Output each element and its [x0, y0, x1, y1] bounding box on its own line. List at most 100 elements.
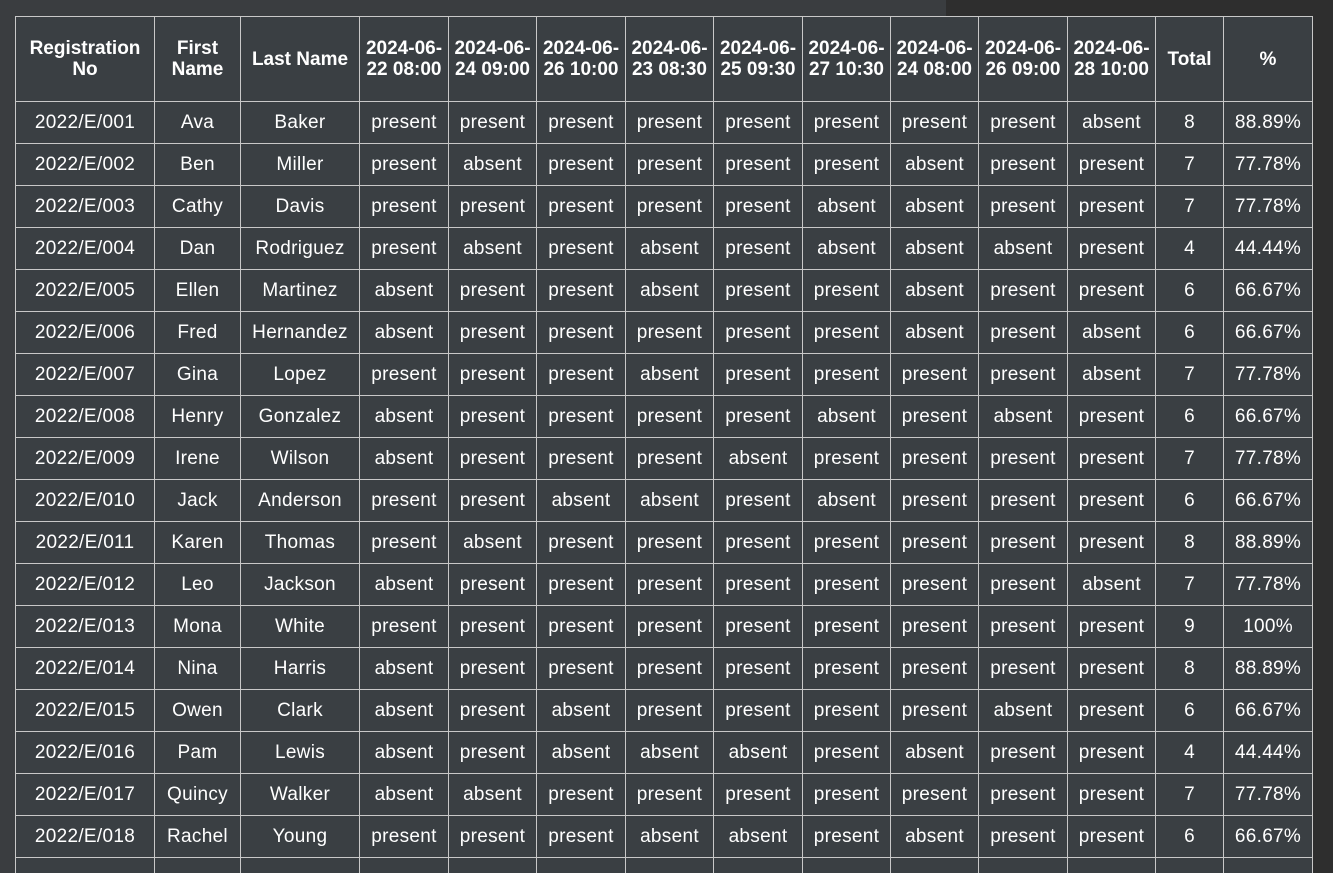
registration-no-cell: 2022/E/007: [15, 353, 155, 396]
first-name-cell: Nina: [154, 647, 241, 690]
column-header-session-8: 2024-06-26 09:00: [978, 16, 1068, 102]
total-cell: 7: [1155, 353, 1224, 396]
table-row: 2022/E/013 Mona White present present present…: [15, 605, 1313, 648]
table-row: 2022/E/004 Dan Rodriguez present absent prese…: [15, 227, 1313, 270]
percent-cell: 88.89%: [1223, 101, 1313, 144]
total-cell: 8: [1155, 647, 1224, 690]
attendance-cell: present: [890, 773, 979, 816]
attendance-cell: present: [978, 521, 1068, 564]
total-cell: 7: [1155, 563, 1224, 606]
attendance-cell: absent: [1067, 311, 1156, 354]
table-row: 2022/E/010 Jack Anderson present present abse…: [15, 479, 1313, 522]
attendance-cell: present: [1067, 773, 1156, 816]
attendance-cell: present: [978, 605, 1068, 648]
attendance-cell: present: [1067, 731, 1156, 774]
registration-no-cell: 2022/E/015: [15, 689, 155, 732]
column-header-percent: %: [1223, 16, 1313, 102]
percent-cell: 66.67%: [1223, 689, 1313, 732]
attendance-cell: present: [802, 689, 891, 732]
attendance-cell: present: [1067, 605, 1156, 648]
attendance-cell: present: [978, 773, 1068, 816]
attendance-cell: absent: [625, 353, 714, 396]
attendance-cell: present: [713, 143, 803, 186]
table-row: 2022/E/014 Nina Harris absent present present…: [15, 647, 1313, 690]
header-row: Registration No First Name Last Name 2024-0…: [15, 16, 1313, 102]
attendance-cell: absent: [978, 227, 1068, 270]
attendance-cell: present: [802, 269, 891, 312]
attendance-cell: present: [978, 731, 1068, 774]
attendance-cell: present: [802, 311, 891, 354]
attendance-cell: present: [448, 647, 537, 690]
table-row: 2022/E/005 Ellen Martinez absent present pres…: [15, 269, 1313, 312]
total-cell: 6: [1155, 689, 1224, 732]
total-cell: 6: [1155, 395, 1224, 438]
attendance-cell: present: [448, 185, 537, 228]
attendance-cell: present: [625, 437, 714, 480]
attendance-cell: absent: [802, 185, 891, 228]
total-cell: 8: [1155, 521, 1224, 564]
attendance-cell: present: [713, 521, 803, 564]
registration-no-cell: 2022/E/010: [15, 479, 155, 522]
attendance-cell: present: [625, 773, 714, 816]
registration-no-cell: 2022/E/005: [15, 269, 155, 312]
attendance-cell: present: [625, 563, 714, 606]
attendance-cell: present: [802, 353, 891, 396]
first-name-cell: Gina: [154, 353, 241, 396]
attendance-cell: present: [536, 815, 626, 858]
total-cell: 6: [1155, 269, 1224, 312]
registration-no-cell: 2022/E/018: [15, 815, 155, 858]
percent-cell: 66.67%: [1223, 479, 1313, 522]
table-row: 2022/E/006 Fred Hernandez absent present pres…: [15, 311, 1313, 354]
column-header-last-name: Last Name: [240, 16, 360, 102]
percent-cell: 44.44%: [1223, 731, 1313, 774]
attendance-cell: absent: [890, 185, 979, 228]
last-name-cell: Lewis: [240, 731, 360, 774]
table-row: 2022/E/002 Ben Miller present absent present p…: [15, 143, 1313, 186]
column-header-total: Total: [1155, 16, 1224, 102]
attendance-cell: present: [448, 563, 537, 606]
registration-no-cell: 2022/E/008: [15, 395, 155, 438]
attendance-cell: present: [978, 269, 1068, 312]
attendance-cell: present: [802, 563, 891, 606]
attendance-cell: present: [978, 101, 1068, 144]
attendance-cell: present: [448, 311, 537, 354]
attendance-cell: present: [448, 731, 537, 774]
attendance-cell: present: [978, 479, 1068, 522]
percent-cell: [1223, 857, 1313, 873]
attendance-cell: present: [536, 563, 626, 606]
attendance-cell: present: [890, 689, 979, 732]
first-name-cell: Quincy: [154, 773, 241, 816]
attendance-cell: present: [713, 605, 803, 648]
attendance-cell: present: [536, 269, 626, 312]
column-header-session-3: 2024-06-26 10:00: [536, 16, 626, 102]
attendance-cell: absent: [890, 143, 979, 186]
table-row: 2022/E/001 Ava Baker present present present p…: [15, 101, 1313, 144]
attendance-cell: present: [448, 101, 537, 144]
last-name-cell: Martinez: [240, 269, 360, 312]
attendance-cell: present: [625, 647, 714, 690]
first-name-cell: Pam: [154, 731, 241, 774]
percent-cell: 77.78%: [1223, 143, 1313, 186]
last-name-cell: Davis: [240, 185, 360, 228]
percent-cell: 44.44%: [1223, 227, 1313, 270]
attendance-cell: [890, 857, 979, 873]
attendance-cell: present: [890, 353, 979, 396]
percent-cell: 100%: [1223, 605, 1313, 648]
attendance-cell: present: [625, 689, 714, 732]
attendance-cell: present: [890, 521, 979, 564]
registration-no-cell: 2022/E/002: [15, 143, 155, 186]
attendance-cell: present: [625, 185, 714, 228]
attendance-cell: absent: [536, 479, 626, 522]
last-name-cell: Thomas: [240, 521, 360, 564]
attendance-cell: absent: [359, 731, 449, 774]
total-cell: 4: [1155, 731, 1224, 774]
attendance-cell: absent: [713, 437, 803, 480]
attendance-cell: present: [713, 563, 803, 606]
last-name-cell: White: [240, 605, 360, 648]
registration-no-cell: 2022/E/014: [15, 647, 155, 690]
attendance-cell: present: [802, 437, 891, 480]
registration-no-cell: 2022/E/012: [15, 563, 155, 606]
registration-no-cell: 2022/E/013: [15, 605, 155, 648]
attendance-cell: present: [713, 311, 803, 354]
first-name-cell: Jack: [154, 479, 241, 522]
